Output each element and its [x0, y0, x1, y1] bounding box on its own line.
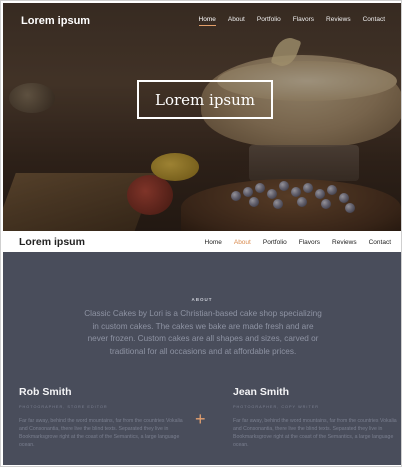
- person-bio: Far far away, behind the word mountains,…: [233, 418, 397, 448]
- person-name: Jean Smith: [233, 386, 290, 398]
- sticky-navbar: Lorem ipsum Home About Portfolio Flavors…: [3, 232, 401, 252]
- hero-nav-portfolio[interactable]: Portfolio: [257, 16, 281, 26]
- sticky-nav-portfolio[interactable]: Portfolio: [263, 239, 287, 246]
- person-role: PHOTOGRAPHER, COPY WRITER: [233, 405, 320, 409]
- person-name: Rob Smith: [19, 386, 72, 398]
- hero-nav-flavors[interactable]: Flavors: [293, 16, 314, 26]
- about-description: Classic Cakes by Lori is a Christian-bas…: [84, 309, 322, 356]
- hero-brand-logo[interactable]: Lorem ipsum: [21, 15, 90, 27]
- hero-section: Lorem ipsum Home About Portfolio Flavors…: [3, 3, 401, 231]
- person-card-rob: Rob Smith PHOTOGRAPHER, STORE EDITOR Far…: [19, 386, 189, 449]
- person-card-jean: Jean Smith PHOTOGRAPHER, COPY WRITER Far…: [233, 386, 401, 449]
- sticky-nav-menu: Home About Portfolio Flavors Reviews Con…: [205, 239, 391, 246]
- hero-nav-menu: Home About Portfolio Flavors Reviews Con…: [198, 16, 385, 26]
- hero-nav-about[interactable]: About: [228, 16, 245, 26]
- hero-title: Lorem ipsum: [154, 90, 255, 109]
- hero-title-box: Lorem ipsum: [137, 80, 273, 119]
- hero-nav-reviews[interactable]: Reviews: [326, 16, 351, 26]
- about-label: ABOUT: [191, 297, 213, 302]
- hero-nav-contact[interactable]: Contact: [363, 16, 385, 26]
- sticky-nav-contact[interactable]: Contact: [369, 239, 391, 246]
- person-bio: Far far away, behind the word mountains,…: [19, 418, 183, 448]
- plus-icon: +: [195, 409, 206, 429]
- sticky-nav-home[interactable]: Home: [205, 239, 222, 246]
- about-section: ABOUT Classic Cakes by Lori is a Christi…: [3, 252, 401, 465]
- sticky-nav-about[interactable]: About: [234, 239, 251, 246]
- hero-navbar: Lorem ipsum Home About Portfolio Flavors…: [3, 3, 401, 39]
- hero-nav-home[interactable]: Home: [198, 16, 216, 26]
- sticky-nav-flavors[interactable]: Flavors: [299, 239, 320, 246]
- page-frame: Lorem ipsum Home About Portfolio Flavors…: [0, 0, 402, 467]
- sticky-nav-reviews[interactable]: Reviews: [332, 239, 357, 246]
- person-role: PHOTOGRAPHER, STORE EDITOR: [19, 405, 108, 409]
- sticky-brand-logo[interactable]: Lorem ipsum: [19, 236, 85, 248]
